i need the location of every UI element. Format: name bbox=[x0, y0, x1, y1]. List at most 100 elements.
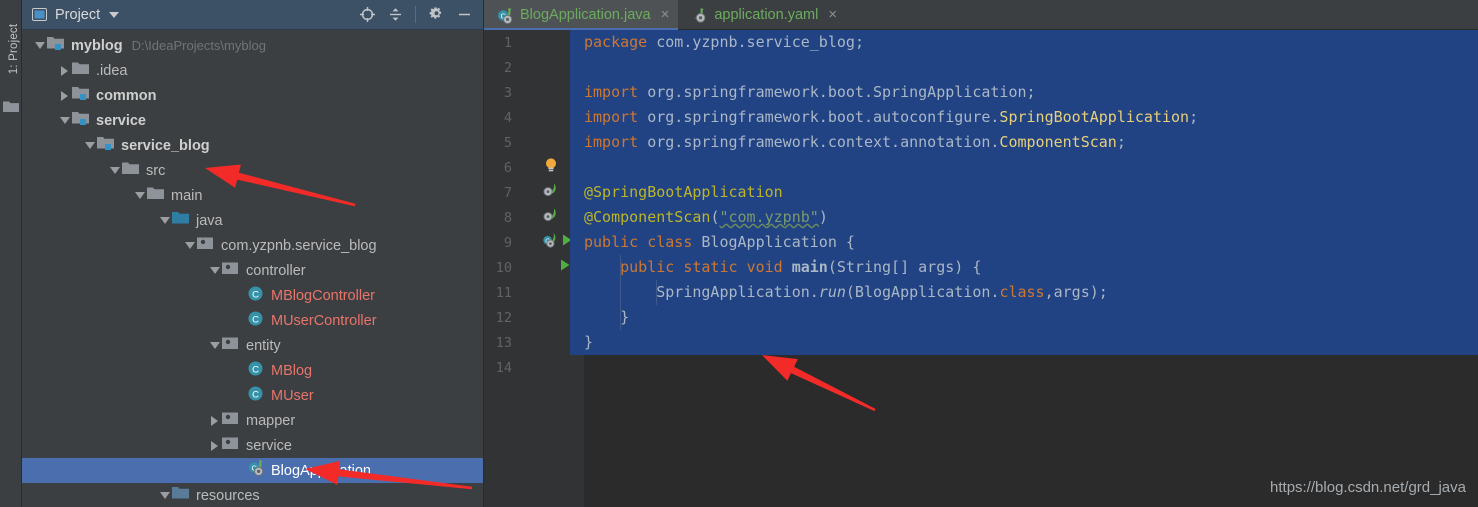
gutter-spring-bean-icon[interactable] bbox=[541, 207, 558, 229]
tree-row[interactable]: C MBlogController bbox=[22, 283, 483, 308]
code-line[interactable]: import org.springframework.boot.SpringAp… bbox=[570, 80, 1478, 105]
expand-arrow-down-icon[interactable] bbox=[32, 33, 47, 58]
editor-tab[interactable]: C BlogApplication.java × bbox=[484, 0, 679, 30]
tree-row[interactable]: C MUser bbox=[22, 383, 483, 408]
expand-arrow-down-icon[interactable] bbox=[182, 233, 197, 258]
editor-gutter[interactable]: 123456789C1011121314 bbox=[484, 30, 572, 507]
tree-row[interactable]: resources bbox=[22, 483, 483, 507]
code-token: ; bbox=[854, 33, 864, 51]
expand-arrow-right-icon[interactable] bbox=[57, 83, 72, 108]
module-folder-icon bbox=[72, 111, 90, 131]
expand-arrow-right-icon[interactable] bbox=[57, 58, 72, 83]
hide-panel-icon[interactable] bbox=[451, 2, 477, 28]
code-text: @SpringBootApplication bbox=[584, 183, 783, 201]
code-token: import bbox=[584, 108, 639, 126]
expand-arrow-right-icon[interactable] bbox=[207, 408, 222, 433]
lightbulb-icon bbox=[544, 157, 558, 179]
tree-row[interactable]: mapper bbox=[22, 408, 483, 433]
tab-close-icon[interactable]: × bbox=[828, 7, 837, 22]
gutter-spring-boot-run-icon[interactable]: C bbox=[541, 232, 558, 254]
code-line[interactable]: @SpringBootApplication bbox=[570, 180, 1478, 205]
code-token: import bbox=[584, 83, 639, 101]
tree-row[interactable]: service bbox=[22, 433, 483, 458]
code-line[interactable]: @ComponentScan("com.yzpnb") bbox=[570, 205, 1478, 230]
code-line[interactable] bbox=[570, 155, 1478, 180]
code-content[interactable]: package com.yzpnb.service_blog;import or… bbox=[570, 30, 1478, 507]
tree-item-icon: C bbox=[247, 286, 266, 304]
expand-arrow-down-icon[interactable] bbox=[82, 133, 97, 158]
tree-row[interactable]: common bbox=[22, 83, 483, 108]
tree-item-icon bbox=[222, 437, 241, 454]
expand-arrow-down-icon[interactable] bbox=[132, 183, 147, 208]
chevron-down-icon[interactable] bbox=[109, 11, 120, 18]
tab-label: application.yaml bbox=[714, 6, 819, 23]
tab-close-icon[interactable]: × bbox=[661, 7, 670, 22]
expand-arrow-down-icon[interactable] bbox=[157, 208, 172, 233]
code-text: public class BlogApplication { bbox=[584, 233, 855, 251]
gutter-line: 5 bbox=[484, 130, 570, 155]
expand-arrow-down-icon[interactable] bbox=[207, 258, 222, 283]
tree-no-twist bbox=[232, 308, 247, 333]
tree-item-label: service bbox=[246, 437, 292, 454]
code-line[interactable]: } bbox=[570, 305, 1478, 330]
gutter-spring-bean-icon[interactable] bbox=[541, 182, 558, 204]
collapse-all-icon[interactable] bbox=[382, 2, 408, 28]
project-panel-header: Project bbox=[22, 0, 483, 30]
code-token: public bbox=[584, 233, 639, 251]
tree-item-icon: C bbox=[247, 361, 266, 379]
expand-arrow-down-icon[interactable] bbox=[207, 333, 222, 358]
selection-highlight bbox=[570, 330, 1478, 355]
code-line[interactable]: package com.yzpnb.service_blog; bbox=[570, 30, 1478, 55]
expand-arrow-down-icon[interactable] bbox=[107, 158, 122, 183]
tree-row[interactable]: controller bbox=[22, 258, 483, 283]
code-token: org.springframework.boot.autoconfigure. bbox=[638, 108, 1000, 126]
tree-row[interactable]: service_blog bbox=[22, 133, 483, 158]
code-line[interactable]: import org.springframework.context.annot… bbox=[570, 130, 1478, 155]
expand-arrow-down-icon[interactable] bbox=[57, 108, 72, 133]
code-token: static bbox=[683, 258, 738, 276]
tree-row-selected[interactable]: C BlogApplication bbox=[22, 458, 483, 483]
tree-row[interactable]: entity bbox=[22, 333, 483, 358]
code-line[interactable]: public class BlogApplication { bbox=[570, 230, 1478, 255]
code-line[interactable]: import org.springframework.boot.autoconf… bbox=[570, 105, 1478, 130]
tool-window-button-project[interactable]: 1: Project bbox=[8, 14, 20, 84]
tree-row[interactable]: C MBlog bbox=[22, 358, 483, 383]
code-line[interactable]: public static void main(String[] args) { bbox=[570, 255, 1478, 280]
tree-row[interactable]: src bbox=[22, 158, 483, 183]
settings-gear-icon[interactable] bbox=[423, 2, 449, 28]
code-token: @ComponentScan bbox=[584, 208, 711, 226]
tree-row[interactable]: service bbox=[22, 108, 483, 133]
gutter-line: 1 bbox=[484, 30, 570, 55]
code-token: main bbox=[791, 258, 828, 276]
gutter-lightbulb-icon[interactable] bbox=[544, 157, 558, 179]
tab-label: BlogApplication.java bbox=[520, 6, 651, 23]
expand-arrow-right-icon[interactable] bbox=[207, 433, 222, 458]
tree-item-label: MUser bbox=[271, 387, 314, 404]
code-line[interactable]: SpringApplication.run(BlogApplication.cl… bbox=[570, 280, 1478, 305]
tree-row[interactable]: .idea bbox=[22, 58, 483, 83]
code-editor[interactable]: 123456789C1011121314 package com.yzpnb.s… bbox=[484, 30, 1478, 507]
package-icon bbox=[222, 261, 240, 280]
editor-tab[interactable]: application.yaml × bbox=[678, 0, 846, 29]
tree-row[interactable]: com.yzpnb.service_blog bbox=[22, 233, 483, 258]
tree-row[interactable]: myblog D:\IdeaProjects\myblog bbox=[22, 33, 483, 58]
code-text: SpringApplication.run(BlogApplication.cl… bbox=[584, 283, 1108, 301]
expand-arrow-down-icon[interactable] bbox=[157, 483, 172, 507]
line-number: 9 bbox=[503, 234, 512, 251]
code-line[interactable] bbox=[570, 55, 1478, 80]
svg-text:C: C bbox=[252, 289, 259, 300]
tree-row[interactable]: main bbox=[22, 183, 483, 208]
tree-row[interactable]: java bbox=[22, 208, 483, 233]
code-line[interactable] bbox=[584, 355, 1478, 380]
selection-highlight bbox=[570, 155, 1478, 180]
locate-icon[interactable] bbox=[354, 2, 380, 28]
tree-row[interactable]: C MUserController bbox=[22, 308, 483, 333]
code-line[interactable]: } bbox=[570, 330, 1478, 355]
tree-item-label: java bbox=[196, 212, 223, 229]
tree-item-label: src bbox=[146, 162, 166, 179]
tree-item-label: com.yzpnb.service_blog bbox=[221, 237, 377, 254]
tree-item-icon bbox=[122, 162, 141, 179]
code-token: import bbox=[584, 133, 639, 151]
